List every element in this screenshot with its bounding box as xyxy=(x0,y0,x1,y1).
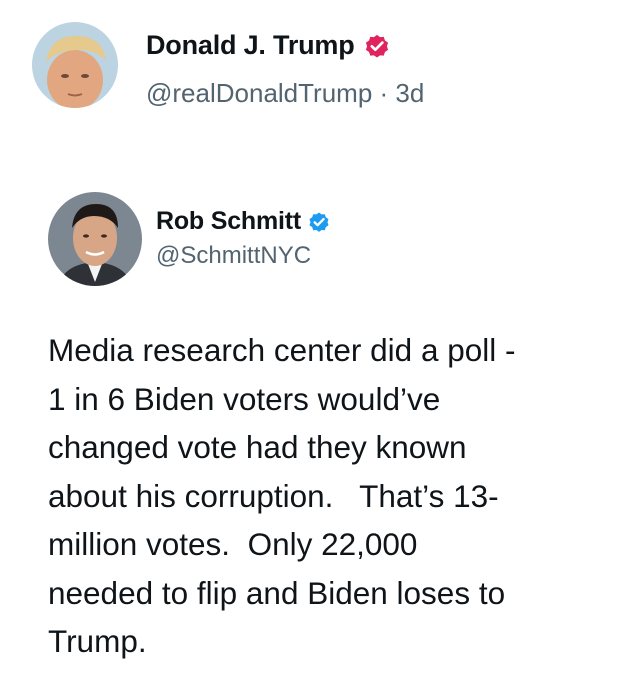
tweet-text-line: Trump. xyxy=(48,623,147,659)
author-name-line: Donald J. Trump xyxy=(146,30,391,61)
quoted-handle[interactable]: @SchmittNYC xyxy=(156,242,311,270)
quoted-name-line: Rob Schmitt xyxy=(156,207,331,236)
avatar[interactable] xyxy=(32,22,118,108)
tweet-text-line: needed to flip and Biden loses to xyxy=(48,574,506,611)
avatar-photo xyxy=(32,22,118,108)
author-handle[interactable]: @realDonaldTrump xyxy=(146,78,372,108)
tweet-text-line: changed vote had they known xyxy=(48,429,467,465)
verified-badge-icon xyxy=(307,210,331,234)
tweet-age[interactable]: 3d xyxy=(395,78,424,108)
author-display-name[interactable]: Donald J. Trump xyxy=(146,30,355,61)
tweet-text-line: million votes. Only 22,000 xyxy=(48,526,418,562)
tweet-text-line: Media research center did a poll - xyxy=(48,332,516,368)
separator-dot: · xyxy=(379,78,396,108)
verified-badge-icon xyxy=(363,32,391,60)
quoted-avatar-photo xyxy=(48,192,142,286)
author-handle-line: @realDonaldTrump · 3d xyxy=(146,78,424,109)
tweet-text-line: about his corruption. That’s 13- xyxy=(48,477,499,514)
tweet-header: Donald J. Trump @realDonaldTrump · 3d xyxy=(32,22,612,112)
quoted-display-name[interactable]: Rob Schmitt xyxy=(156,207,301,236)
tweet-text-line: 1 in 6 Biden voters would’ve xyxy=(48,380,441,417)
quoted-tweet-text: Media research center did a poll - 1 in … xyxy=(48,326,623,666)
quoted-avatar[interactable] xyxy=(48,192,142,286)
quoted-tweet-header: Rob Schmitt @SchmittNYC xyxy=(48,192,608,288)
